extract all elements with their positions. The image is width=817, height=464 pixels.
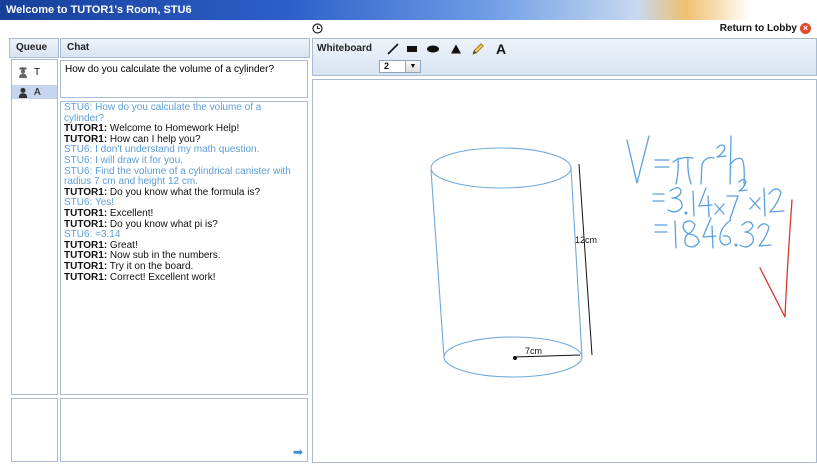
chat-message-input[interactable]	[60, 60, 308, 98]
queue-header: Queue	[9, 38, 59, 58]
chat-sender: TUTOR1:	[64, 186, 108, 198]
stroke-size-select[interactable]: 2 ▼	[379, 60, 421, 73]
chat-sender: TUTOR1:	[64, 123, 108, 135]
chevron-down-icon: ▼	[405, 61, 420, 72]
chat-text: I don't understand my math question.	[92, 144, 260, 156]
pencil-tool-icon[interactable]	[470, 42, 486, 56]
cylinder-drawing	[430, 147, 583, 378]
queue-footer-panel	[11, 398, 58, 462]
chat-header: Chat	[60, 38, 310, 58]
chat-sender: TUTOR1:	[64, 271, 108, 283]
queue-item-label: A	[34, 86, 41, 98]
send-arrow-icon[interactable]: ➡	[293, 445, 303, 459]
chat-text: Excellent!	[107, 207, 154, 219]
chat-sender: TUTOR1:	[64, 239, 108, 251]
chat-sender: TUTOR1:	[64, 133, 108, 145]
center-dot	[513, 356, 517, 360]
chat-text: Do you know what the formula is?	[107, 186, 261, 198]
chat-text: =3.14	[92, 229, 121, 241]
radius-label: 7cm	[525, 346, 543, 356]
queue-item-student[interactable]: A	[12, 85, 57, 99]
chat-sender: STU6:	[64, 197, 93, 209]
chat-sender: TUTOR1:	[64, 218, 108, 230]
return-to-lobby-button[interactable]: Return to Lobby ×	[720, 23, 811, 34]
chat-text: Now sub in the numbers.	[107, 250, 221, 262]
queue-list: T A	[11, 59, 58, 395]
whiteboard-drawing	[430, 135, 793, 378]
handwritten-formula	[626, 135, 745, 185]
chat-sender: STU6:	[64, 102, 93, 113]
stroke-size-value: 2	[384, 61, 390, 71]
chat-sender: STU6:	[64, 144, 93, 156]
close-icon: ×	[800, 23, 811, 34]
chat-transcript: STU6: How do you calculate the volume of…	[60, 101, 308, 395]
triangle-tool-icon[interactable]	[448, 42, 464, 56]
line-tool-icon[interactable]	[385, 42, 401, 56]
chat-sender: STU6:	[64, 165, 93, 177]
chat-text: Do you know what pi is?	[107, 218, 218, 230]
ellipse-tool-icon[interactable]	[425, 42, 441, 56]
handwritten-result	[654, 217, 772, 249]
chat-text: Find the volume of a cylindrical caniste…	[64, 165, 291, 188]
top-bar	[0, 20, 817, 38]
chat-text: Welcome to Homework Help!	[107, 123, 240, 135]
queue-item-tutor[interactable]: T	[12, 60, 57, 85]
chat-sender: TUTOR1:	[64, 250, 108, 262]
student-user-icon	[18, 87, 28, 98]
height-line	[578, 163, 593, 356]
chat-sender: TUTOR1:	[64, 260, 108, 272]
whiteboard-toolbar: Whiteboard A 2 ▼	[312, 38, 817, 76]
return-to-lobby-label: Return to Lobby	[719, 23, 797, 34]
rectangle-tool-icon[interactable]	[404, 42, 420, 56]
handwritten-substitution	[652, 178, 785, 220]
check-mark	[759, 199, 793, 318]
chat-text: Yes!	[92, 197, 115, 209]
chat-text: How do you calculate the volume of a cyl…	[64, 102, 262, 124]
chat-text: Try it on the board.	[107, 260, 194, 272]
chat-text: Correct! Excellent work!	[107, 271, 216, 283]
text-tool-icon[interactable]: A	[493, 41, 509, 57]
chat-message: STU6: How do you calculate the volume of…	[64, 102, 304, 124]
whiteboard-label: Whiteboard	[317, 43, 372, 54]
height-label: 12cm	[575, 235, 598, 245]
chat-text: How can I help you?	[107, 133, 201, 145]
chat-sender: STU6:	[64, 229, 93, 241]
radius-line	[513, 354, 581, 358]
window-title: Welcome to TUTOR1's Room, STU6	[0, 0, 817, 20]
chat-message: STU6: Find the volume of a cylindrical c…	[64, 165, 304, 188]
chat-compose-area[interactable]: ➡	[60, 398, 308, 462]
chat-text: Great!	[107, 239, 138, 251]
whiteboard-canvas[interactable]: 12cm 7cm	[312, 79, 817, 463]
queue-item-label: T	[34, 67, 41, 78]
chat-sender: STU6:	[64, 154, 93, 166]
chat-message: TUTOR1: Correct! Excellent work!	[64, 271, 304, 284]
clock-icon	[312, 23, 323, 34]
chat-text: I will draw it for you.	[92, 154, 183, 166]
tutor-user-icon	[19, 67, 27, 78]
chat-sender: TUTOR1:	[64, 207, 108, 219]
